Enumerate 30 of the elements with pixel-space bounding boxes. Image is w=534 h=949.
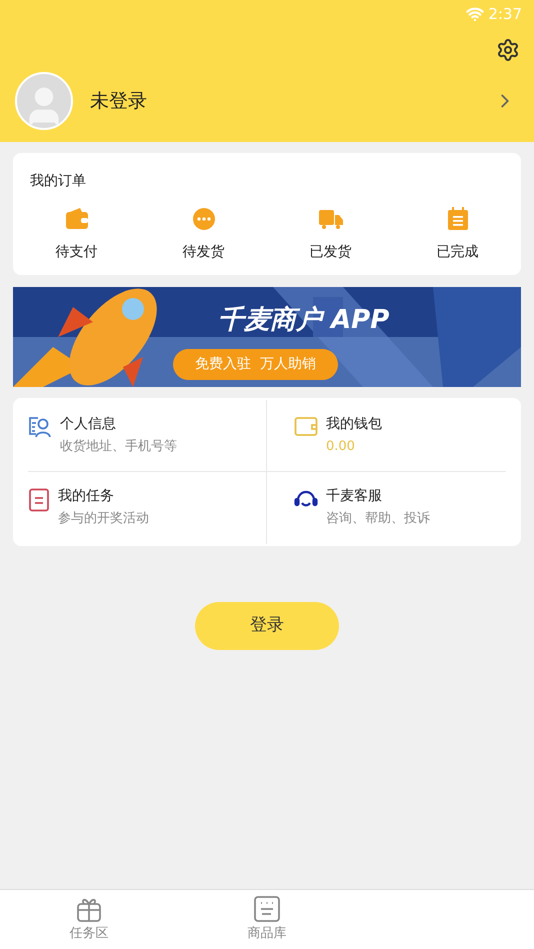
username[interactable]: 未登录 [90, 86, 494, 116]
order-status-link[interactable]: 已完成 [436, 242, 478, 263]
nav-tab[interactable]: 商品库 [178, 890, 356, 949]
nav-tab[interactable]: 任务区 [0, 890, 178, 949]
service-subtitle: 0.00 [326, 438, 356, 456]
service-subtitle: 咨询、帮助、投诉 [326, 510, 430, 528]
clipboard-icon [446, 207, 468, 231]
login-button[interactable]: 登录 [195, 602, 339, 650]
service-title[interactable]: 千麦客服 [326, 486, 430, 507]
truck-icon [318, 208, 344, 230]
order-status-link[interactable]: 待支付 [56, 242, 98, 263]
id-card-icon [28, 416, 52, 438]
settings-icon[interactable] [496, 38, 520, 62]
service-subtitle: 参与的开奖活动 [58, 510, 149, 528]
service-subtitle: 收货地址、手机号等 [60, 438, 177, 456]
order-status-link[interactable]: 已发货 [310, 242, 352, 263]
service-title[interactable]: 个人信息 [60, 414, 177, 435]
wallet-icon [294, 416, 318, 438]
banner-title: 千麦商户 APP [218, 304, 390, 337]
more-icon [192, 207, 216, 231]
document-icon [28, 488, 50, 512]
wallet-icon [64, 207, 90, 231]
service-title[interactable]: 我的钱包 [326, 414, 382, 435]
order-status-link[interactable]: 待发货 [182, 242, 224, 263]
list-icon [253, 895, 281, 924]
service-title[interactable]: 我的任务 [58, 486, 149, 507]
orders-title: 我的订单 [30, 172, 87, 191]
status-time: 2:37 [488, 4, 522, 25]
wifi-icon [466, 5, 484, 23]
promo-banner[interactable]: 千麦商户 APP 免费入驻 万人助销 [13, 287, 521, 387]
